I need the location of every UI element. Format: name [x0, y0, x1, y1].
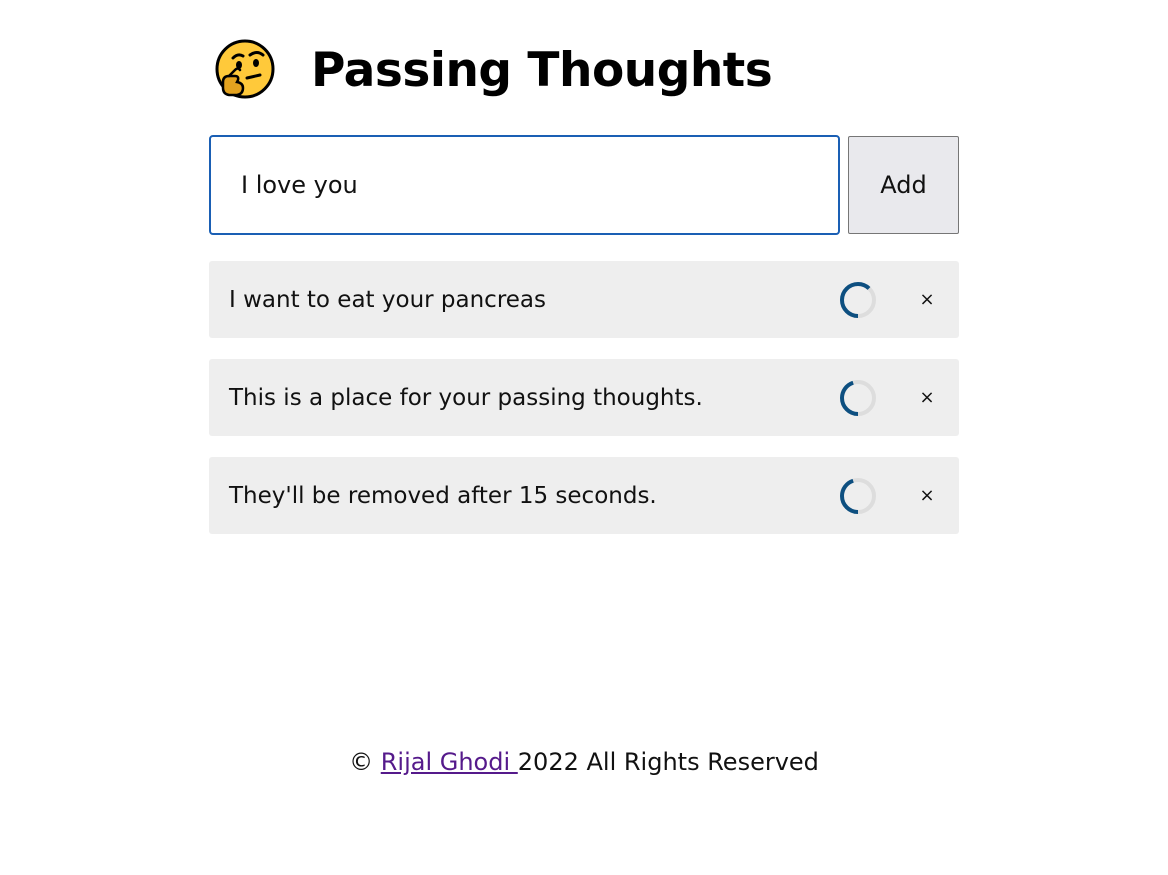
add-button[interactable]: Add: [848, 136, 959, 234]
add-thought-form: Add: [209, 135, 959, 235]
thought-text: They'll be removed after 15 seconds.: [229, 482, 657, 509]
remove-button[interactable]: ×: [915, 482, 939, 510]
remove-button[interactable]: ×: [915, 384, 939, 412]
thought-text: I want to eat your pancreas: [229, 286, 547, 313]
thought-list: I want to eat your pancreas × This is a …: [209, 261, 959, 555]
copyright-text: 2022 All Rights Reserved: [517, 748, 819, 776]
copyright-symbol: ©: [349, 748, 374, 776]
timer-icon: [840, 281, 876, 318]
thought-input[interactable]: [209, 135, 840, 235]
thinking-face-icon: [215, 39, 275, 99]
header: Passing Thoughts: [213, 36, 773, 104]
author-link[interactable]: Rijal Ghodi: [381, 748, 518, 776]
thought-item: They'll be removed after 15 seconds. ×: [209, 457, 959, 534]
timer-icon: [840, 379, 876, 416]
page-title: Passing Thoughts: [311, 42, 773, 98]
remove-button[interactable]: ×: [915, 286, 939, 314]
thought-text: This is a place for your passing thought…: [229, 384, 703, 411]
thought-item: This is a place for your passing thought…: [209, 359, 959, 436]
footer: © Rijal Ghodi 2022 All Rights Reserved: [0, 748, 1168, 776]
timer-icon: [840, 477, 876, 514]
thought-item: I want to eat your pancreas ×: [209, 261, 959, 338]
